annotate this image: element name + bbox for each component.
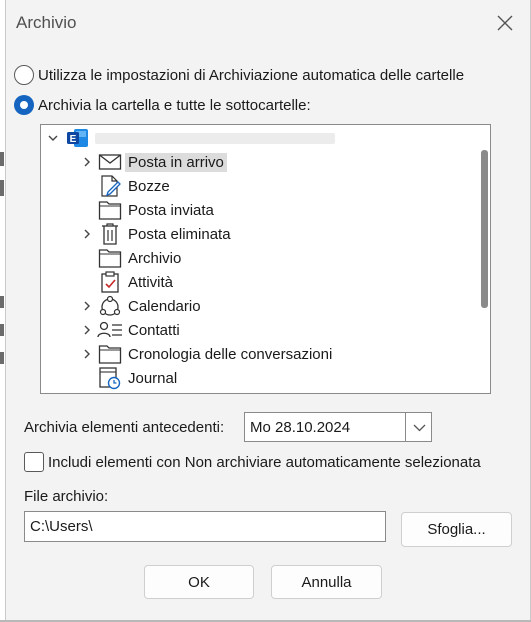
- contacts-icon: [97, 318, 123, 342]
- calendar-icon: [97, 294, 123, 318]
- tree-item[interactable]: Contatti: [77, 318, 183, 342]
- archive-file-input[interactable]: [24, 511, 386, 542]
- background-window-fragment: [0, 180, 4, 196]
- cancel-button[interactable]: Annulla: [271, 565, 382, 599]
- tree-item-label: Posta inviata: [128, 201, 214, 219]
- tree-item-label: Posta in arrivo: [125, 152, 227, 172]
- ok-button[interactable]: OK: [144, 565, 254, 599]
- background-window-fragment: [0, 324, 4, 336]
- tasks-icon: [97, 270, 123, 294]
- tree-item-label: Attività: [128, 273, 174, 291]
- tree-item-label: Posta eliminata: [128, 225, 231, 243]
- svg-text:E: E: [70, 134, 77, 145]
- tree-item[interactable]: Calendario: [77, 294, 204, 318]
- tree-item-label: Bozze: [128, 177, 170, 195]
- chevron-right-icon[interactable]: [81, 300, 93, 312]
- tree-item-label: Archivio: [128, 249, 182, 267]
- tree-item[interactable]: Posta inviata: [77, 198, 217, 222]
- tree-item-label: Cronologia delle conversazioni: [128, 345, 333, 363]
- chevron-right-icon[interactable]: [81, 228, 93, 240]
- chevron-right-icon[interactable]: [81, 156, 93, 168]
- chevron-down-icon: [413, 424, 426, 432]
- background-window-fragment: [0, 352, 4, 364]
- close-button[interactable]: [490, 8, 520, 38]
- tree-item[interactable]: Cronologia delle conversazioni: [77, 342, 335, 366]
- close-icon: [497, 15, 513, 31]
- tree-item[interactable]: Posta eliminata: [77, 222, 234, 246]
- tree-item[interactable]: Posta in arrivo: [77, 150, 227, 174]
- tree-scrollbar[interactable]: [481, 150, 488, 308]
- tree-item[interactable]: Attività: [77, 270, 176, 294]
- tree-item-label: Contatti: [128, 321, 180, 339]
- folder-icon: [97, 198, 123, 222]
- journal-icon: [97, 366, 123, 390]
- inbox-icon: [97, 150, 123, 174]
- chevron-right-icon[interactable]: [81, 324, 93, 336]
- background-window-fragment: [0, 296, 4, 308]
- tree-item[interactable]: Journal: [77, 366, 180, 390]
- tree-item-label: Calendario: [128, 297, 201, 315]
- title-bar: Archivio: [6, 0, 530, 46]
- tree-root-account[interactable]: E: [47, 126, 335, 150]
- dialog-title: Archivio: [16, 13, 77, 32]
- archive-folder-option[interactable]: Archivia la cartella e tutte le sottocar…: [14, 95, 311, 115]
- background-window-fragment: [0, 152, 4, 166]
- archive-file-label: File archivio:: [24, 488, 109, 505]
- date-dropdown-button[interactable]: [405, 412, 432, 442]
- archive-before-label: Archivia elementi antecedenti:: [24, 419, 225, 436]
- trash-icon: [97, 222, 123, 246]
- tree-item[interactable]: Archivio: [77, 246, 184, 270]
- chevron-down-icon[interactable]: [47, 132, 59, 144]
- include-no-autoarchive-label: Includi elementi con Non archiviare auto…: [48, 453, 481, 471]
- drafts-icon: [97, 174, 123, 198]
- browse-button[interactable]: Sfoglia...: [401, 512, 512, 547]
- auto-archive-radio[interactable]: [14, 65, 34, 85]
- account-name-redacted: [95, 132, 335, 144]
- auto-archive-label: Utilizza le impostazioni di Archiviazion…: [38, 66, 465, 84]
- tree-item-label: Journal: [128, 369, 178, 387]
- folder-icon: [97, 246, 123, 270]
- tree-item[interactable]: Bozze: [77, 174, 173, 198]
- exchange-account-icon: E: [65, 126, 91, 150]
- archive-dialog: Archivio Utilizza le impostazioni di Arc…: [5, 0, 531, 622]
- archive-before-date-field[interactable]: Mo 28.10.2024: [244, 412, 406, 442]
- folder-tree[interactable]: E Posta in arrivo Bozze Posta inviata Posta…: [40, 124, 491, 394]
- auto-archive-option[interactable]: Utilizza le impostazioni di Archiviazion…: [14, 65, 464, 85]
- include-no-autoarchive-checkbox[interactable]: [24, 452, 44, 472]
- folder-icon: [97, 342, 123, 366]
- archive-folder-label: Archivia la cartella e tutte le sottocar…: [38, 96, 311, 114]
- include-no-autoarchive-option[interactable]: Includi elementi con Non archiviare auto…: [24, 452, 481, 472]
- archive-folder-radio[interactable]: [14, 95, 34, 115]
- chevron-right-icon[interactable]: [81, 348, 93, 360]
